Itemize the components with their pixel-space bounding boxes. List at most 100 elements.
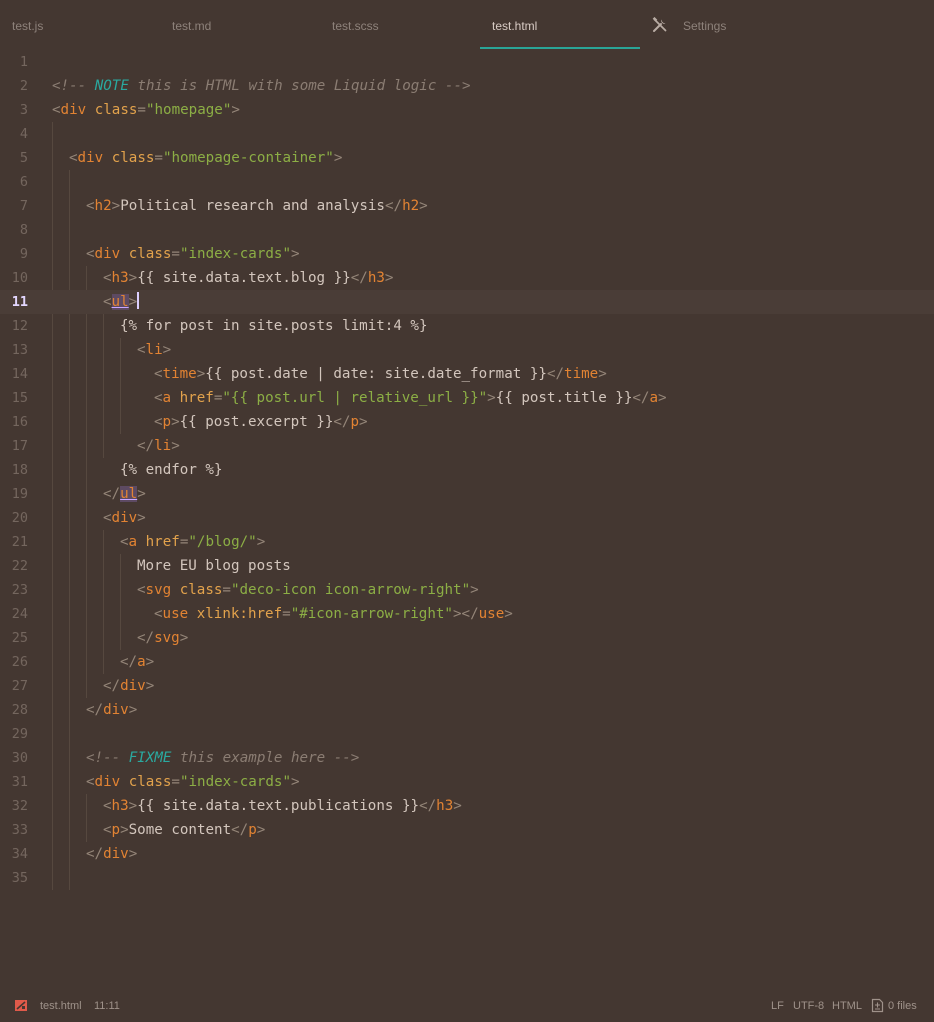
- status-line-ending[interactable]: LF: [771, 1000, 784, 1012]
- punct-token: >: [145, 654, 155, 670]
- code-line[interactable]: 10 <h3>{{ site.data.text.blog }}</h3>: [0, 266, 934, 290]
- active-tab-indicator: [480, 47, 640, 49]
- code-line[interactable]: 32 <h3>{{ site.data.text.publications }}…: [0, 794, 934, 818]
- punct-token: </: [350, 270, 368, 286]
- punct-token: >: [504, 606, 513, 622]
- code-line[interactable]: 31 <div class="index-cards">: [0, 770, 934, 794]
- code-line[interactable]: 29: [0, 722, 934, 746]
- attr-token: class: [86, 102, 138, 118]
- code-line[interactable]: 23 <svg class="deco-icon icon-arrow-righ…: [0, 578, 934, 602]
- attr-token: class: [120, 246, 172, 262]
- tag-token: use: [162, 606, 189, 622]
- code-line[interactable]: 28 </div>: [0, 698, 934, 722]
- code-line[interactable]: 5 <div class="homepage-container">: [0, 146, 934, 170]
- code-line[interactable]: 7 <h2>Political research and analysis</h…: [0, 194, 934, 218]
- code-line[interactable]: 19 </ul>: [0, 482, 934, 506]
- code-text: </div>: [103, 674, 154, 698]
- code-line[interactable]: 3 <div class="homepage">: [0, 98, 934, 122]
- tab-settings[interactable]: Settings: [642, 0, 802, 50]
- punct-token: >: [291, 774, 300, 790]
- status-git-files[interactable]: 0 files: [888, 1000, 917, 1012]
- code-editor[interactable]: 1 2 <!-- NOTE this is HTML with some Liq…: [0, 50, 934, 990]
- code-text: </div>: [86, 698, 137, 722]
- line-number: 12: [11, 318, 28, 334]
- code-line[interactable]: 17 </li>: [0, 434, 934, 458]
- code-line[interactable]: 15 <a href="{{ post.url | relative_url }…: [0, 386, 934, 410]
- punct-token: =: [137, 102, 146, 118]
- punct-token: >: [196, 366, 206, 382]
- tab-test-md[interactable]: test.md: [160, 0, 320, 50]
- current-line[interactable]: 11 <ul>: [0, 290, 934, 314]
- code-line[interactable]: 27 </div>: [0, 674, 934, 698]
- punct-token: >: [333, 150, 343, 166]
- tab-test-html[interactable]: test.html: [480, 0, 640, 50]
- tab-label: test.js: [12, 19, 44, 33]
- tag-token: p: [111, 822, 121, 838]
- punct-token: =: [282, 606, 291, 622]
- line-number: 27: [11, 678, 28, 694]
- code-line[interactable]: 1: [0, 50, 934, 74]
- attr-token: href: [171, 390, 214, 406]
- tag-token: div: [60, 102, 87, 118]
- punct-token: >: [171, 414, 180, 430]
- code-line[interactable]: 25 </svg>: [0, 626, 934, 650]
- punct-token: >: [128, 702, 138, 718]
- tag-token: svg: [145, 582, 172, 598]
- status-file-name[interactable]: test.html: [40, 1000, 82, 1012]
- punct-token: >: [111, 198, 121, 214]
- line-number: 26: [11, 654, 28, 670]
- code-line[interactable]: 30 <!-- FIXME this example here -->: [0, 746, 934, 770]
- tag-token: h2: [402, 198, 420, 214]
- code-line[interactable]: 33 <p>Some content</p>: [0, 818, 934, 842]
- code-line[interactable]: 34 </div>: [0, 842, 934, 866]
- tab-test-scss[interactable]: test.scss: [320, 0, 480, 50]
- code-line[interactable]: 22 More EU blog posts: [0, 554, 934, 578]
- tab-test-js[interactable]: test.js: [0, 0, 160, 50]
- code-line[interactable]: 16 <p>{{ post.excerpt }}</p>: [0, 410, 934, 434]
- status-cursor-position[interactable]: 11:11: [94, 1000, 120, 1012]
- code-line[interactable]: 9 <div class="index-cards">: [0, 242, 934, 266]
- editor-window: test.js test.md test.scss test.html Sett…: [0, 0, 934, 1022]
- punct-token: >: [256, 822, 266, 838]
- punct-token: >: [598, 366, 607, 382]
- status-grammar[interactable]: HTML: [832, 1000, 862, 1012]
- code-line[interactable]: 8: [0, 218, 934, 242]
- code-line[interactable]: 18 {% endfor %}: [0, 458, 934, 482]
- code-line[interactable]: 2 <!-- NOTE this is HTML with some Liqui…: [0, 74, 934, 98]
- code-line[interactable]: 13 <li>: [0, 338, 934, 362]
- tools-icon: [652, 17, 667, 32]
- error-icon[interactable]: [15, 1000, 27, 1011]
- punct-token: >: [470, 582, 479, 598]
- code-line[interactable]: 6: [0, 170, 934, 194]
- punct-token: <: [137, 582, 146, 598]
- punct-token: <: [103, 798, 112, 814]
- line-number: 35: [11, 870, 28, 886]
- punct-token: >: [419, 198, 428, 214]
- line-number: 1: [19, 54, 28, 70]
- code-text: <div>: [103, 506, 146, 530]
- punct-token: <: [103, 270, 112, 286]
- punct-token: <: [86, 246, 95, 262]
- punct-token: </: [384, 198, 403, 214]
- code-line[interactable]: 24 <use xlink:href="#icon-arrow-right"><…: [0, 602, 934, 626]
- line-number: 20: [11, 510, 28, 526]
- punct-token: </: [137, 438, 155, 454]
- code-line[interactable]: 26 </a>: [0, 650, 934, 674]
- code-line[interactable]: 35: [0, 866, 934, 890]
- code-line[interactable]: 21 <a href="/blog/">: [0, 530, 934, 554]
- tag-token: li: [145, 342, 163, 358]
- punct-token: <: [103, 294, 112, 310]
- code-line[interactable]: 4: [0, 122, 934, 146]
- code-line[interactable]: 14 <time>{{ post.date | date: site.date_…: [0, 362, 934, 386]
- code-line[interactable]: 20 <div>: [0, 506, 934, 530]
- line-number: 9: [19, 246, 28, 262]
- status-encoding[interactable]: UTF-8: [793, 1000, 824, 1012]
- line-number: 34: [11, 846, 28, 862]
- code-text: <div class="index-cards">: [86, 770, 300, 794]
- tag-token: a: [649, 390, 659, 406]
- line-number: 8: [19, 222, 28, 238]
- code-text: <!-- FIXME this example here -->: [86, 746, 359, 770]
- attr-token: class: [120, 774, 172, 790]
- punct-token: >: [487, 390, 496, 406]
- code-line[interactable]: 12 {% for post in site.posts limit:4 %}: [0, 314, 934, 338]
